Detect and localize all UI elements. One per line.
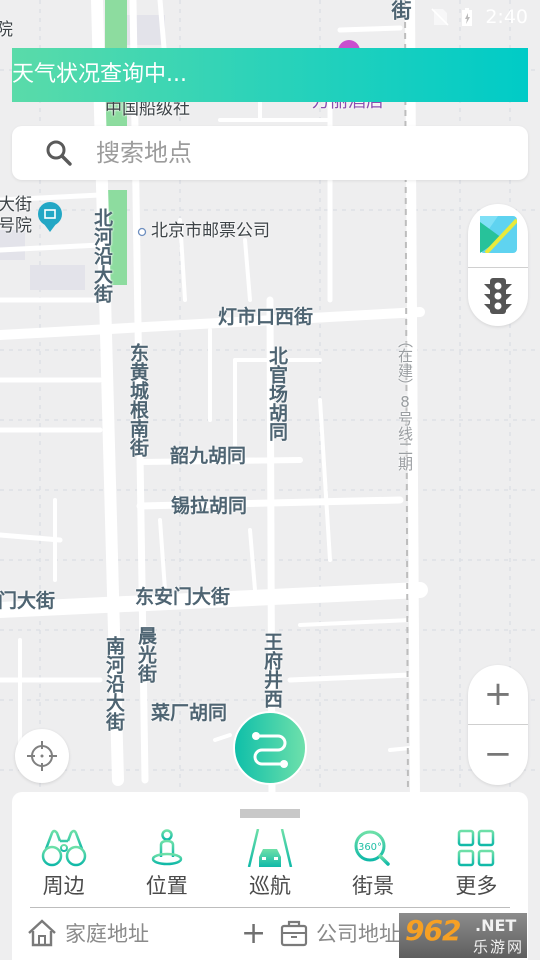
status-bar: 2:40 xyxy=(431,6,528,28)
map-label: 中国船级社 xyxy=(105,99,190,119)
map-label-street: 灯市口西街 xyxy=(218,306,314,328)
tool-more[interactable]: 更多 xyxy=(425,828,528,902)
map-label-street: 锡拉胡同 xyxy=(171,495,248,517)
car-road-icon xyxy=(247,829,293,867)
map-label-poi: 北京市邮票公司 xyxy=(151,221,270,241)
person-pin-icon xyxy=(151,829,183,866)
tool-nearby[interactable]: 周边 xyxy=(12,828,115,902)
search-bar[interactable] xyxy=(12,126,528,180)
locate-me-button[interactable] xyxy=(15,729,69,783)
tool-streetview[interactable]: 360° 街景 xyxy=(322,828,425,902)
zoom-controls: + − xyxy=(468,665,528,785)
map-label: 街 xyxy=(388,0,412,20)
tool-label: 街景 xyxy=(352,874,395,898)
zoom-out-button[interactable]: − xyxy=(468,725,528,783)
tool-bar: 周边 位置 巡航 360° 街景 更多 xyxy=(12,828,528,902)
poi-pin-icon xyxy=(38,202,62,232)
search-icon xyxy=(46,140,72,166)
watermark-site: 乐游网 xyxy=(473,938,525,956)
crosshair-icon xyxy=(27,741,57,771)
tool-location[interactable]: 位置 xyxy=(115,828,218,902)
watermark-logo: 962 .NET 乐游网 xyxy=(399,913,527,958)
add-address-button[interactable]: + xyxy=(241,916,266,951)
map-layer-icon xyxy=(480,216,519,255)
map-label: 院 xyxy=(0,20,13,40)
watermark-net: .NET xyxy=(475,916,517,935)
map-label-street: 晨光街 xyxy=(135,626,157,683)
work-address-label: 公司地址 xyxy=(316,922,400,946)
weather-banner[interactable]: 天气状况查询中... xyxy=(12,48,528,102)
battery-charging-icon xyxy=(462,8,473,26)
map-layer-controls xyxy=(468,204,528,326)
drag-handle[interactable] xyxy=(240,809,300,818)
zoom-in-button[interactable]: + xyxy=(468,665,528,723)
route-icon xyxy=(252,732,288,768)
divider xyxy=(468,267,528,268)
map-label-metro: （在建）8号线二期 xyxy=(396,333,414,471)
search-input[interactable] xyxy=(94,138,458,168)
route-planning-button[interactable] xyxy=(233,711,307,785)
traffic-light-icon xyxy=(484,278,512,314)
map-label-street: 王府井西 xyxy=(261,632,283,708)
map-label: 大街 xyxy=(0,195,32,215)
briefcase-icon xyxy=(280,920,308,947)
map-label-street: 门大街 xyxy=(0,590,56,612)
home-address-label: 家庭地址 xyxy=(65,922,149,946)
map-label-street: 菜厂胡同 xyxy=(151,702,228,724)
no-sim-icon xyxy=(431,8,449,26)
traffic-button[interactable] xyxy=(482,276,514,318)
home-icon xyxy=(28,919,56,947)
map-label: 号院 xyxy=(0,216,32,236)
tool-label: 位置 xyxy=(145,874,188,898)
tool-label: 巡航 xyxy=(248,874,291,898)
divider xyxy=(30,907,510,908)
map-label-street: 北官场胡同 xyxy=(266,346,288,441)
map-label-street: 韶九胡同 xyxy=(170,445,247,467)
tool-label: 周边 xyxy=(42,874,85,898)
360-search-icon: 360° xyxy=(354,830,390,866)
map-label-street: 东黄城根南街 xyxy=(127,343,149,457)
clock: 2:40 xyxy=(485,6,528,28)
map-label-street: 南河沿大街 xyxy=(103,636,125,731)
map-label-street: 北河沿大街 xyxy=(91,208,113,303)
tool-cruise[interactable]: 巡航 xyxy=(218,828,321,902)
binoculars-icon xyxy=(41,829,86,867)
map-label-street: 东安门大街 xyxy=(135,586,231,608)
watermark-brand: 962 xyxy=(405,914,461,947)
svg-text:360°: 360° xyxy=(358,842,382,853)
map-style-button[interactable] xyxy=(480,216,519,255)
home-address-button[interactable]: 家庭地址 xyxy=(27,918,149,948)
grid-icon xyxy=(458,829,495,867)
work-address-button[interactable]: 公司地址 xyxy=(280,918,400,948)
tool-label: 更多 xyxy=(455,874,498,898)
